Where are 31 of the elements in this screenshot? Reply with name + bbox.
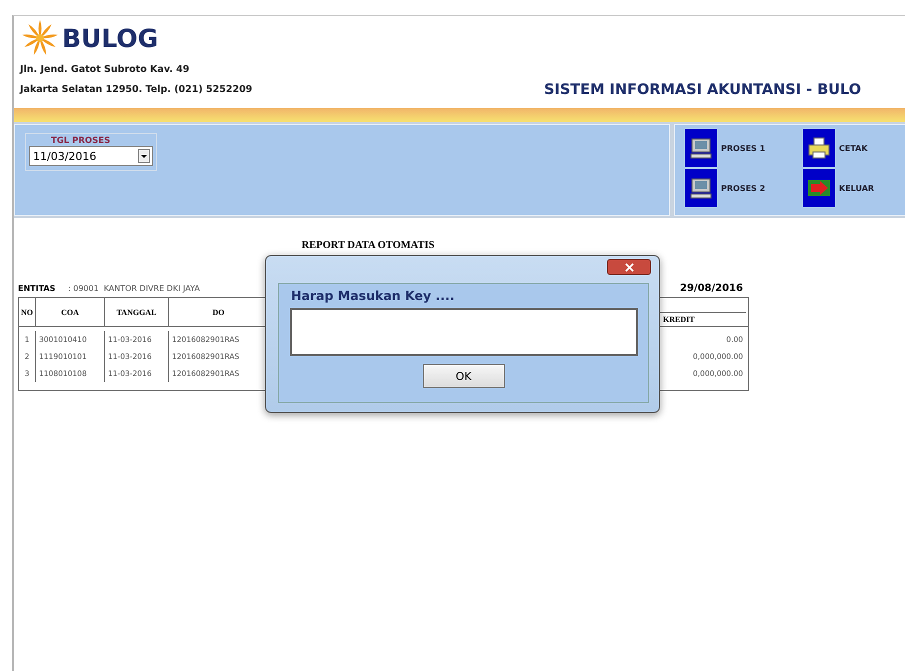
entity-name: KANTOR DIVRE DKI JAYA [104, 284, 200, 292]
column-header: NO [19, 298, 36, 326]
report-date: 29/08/2016 [680, 282, 744, 294]
column-header: COA [36, 298, 105, 326]
column-header: KREDIT [662, 314, 696, 326]
close-icon[interactable] [624, 262, 634, 272]
computer-icon [689, 176, 713, 200]
address-line: Jakarta Selatan 12950. Telp. (021) 5252209 [20, 83, 252, 97]
system-title: SISTEM INFORMASI AKUNTANSI - BULO [544, 82, 862, 98]
action-label: PROSES 2 [721, 184, 766, 192]
date-label: TGL PROSES [50, 136, 112, 146]
process-button[interactable] [685, 129, 717, 167]
dialog-prompt: Harap Masukan Key .... [290, 288, 454, 303]
entity-label: ENTITAS [18, 284, 56, 292]
entity-code: : 09001 [68, 284, 99, 292]
logo-text: BULOG [62, 24, 158, 52]
action-label: PROSES 1 [721, 144, 766, 152]
print-button[interactable] [803, 129, 835, 167]
computer-icon [689, 136, 713, 160]
action-label: KELUAR [839, 184, 874, 192]
key-input-field[interactable] [290, 308, 638, 356]
address-line: Jln. Jend. Gatot Subroto Kav. 49 [20, 63, 190, 77]
date-dropdown[interactable]: 11/03/2016 [29, 146, 153, 166]
report-title: REPORT DATA OTOMATIS [300, 240, 436, 251]
ok-button[interactable]: OK [422, 364, 504, 388]
process-button[interactable] [685, 169, 717, 207]
column-header: TANGGAL [105, 298, 169, 326]
sun-logo-icon [20, 20, 60, 56]
close-button[interactable] [607, 259, 651, 275]
action-label: CETAK [839, 144, 868, 152]
printer-icon [807, 136, 831, 160]
